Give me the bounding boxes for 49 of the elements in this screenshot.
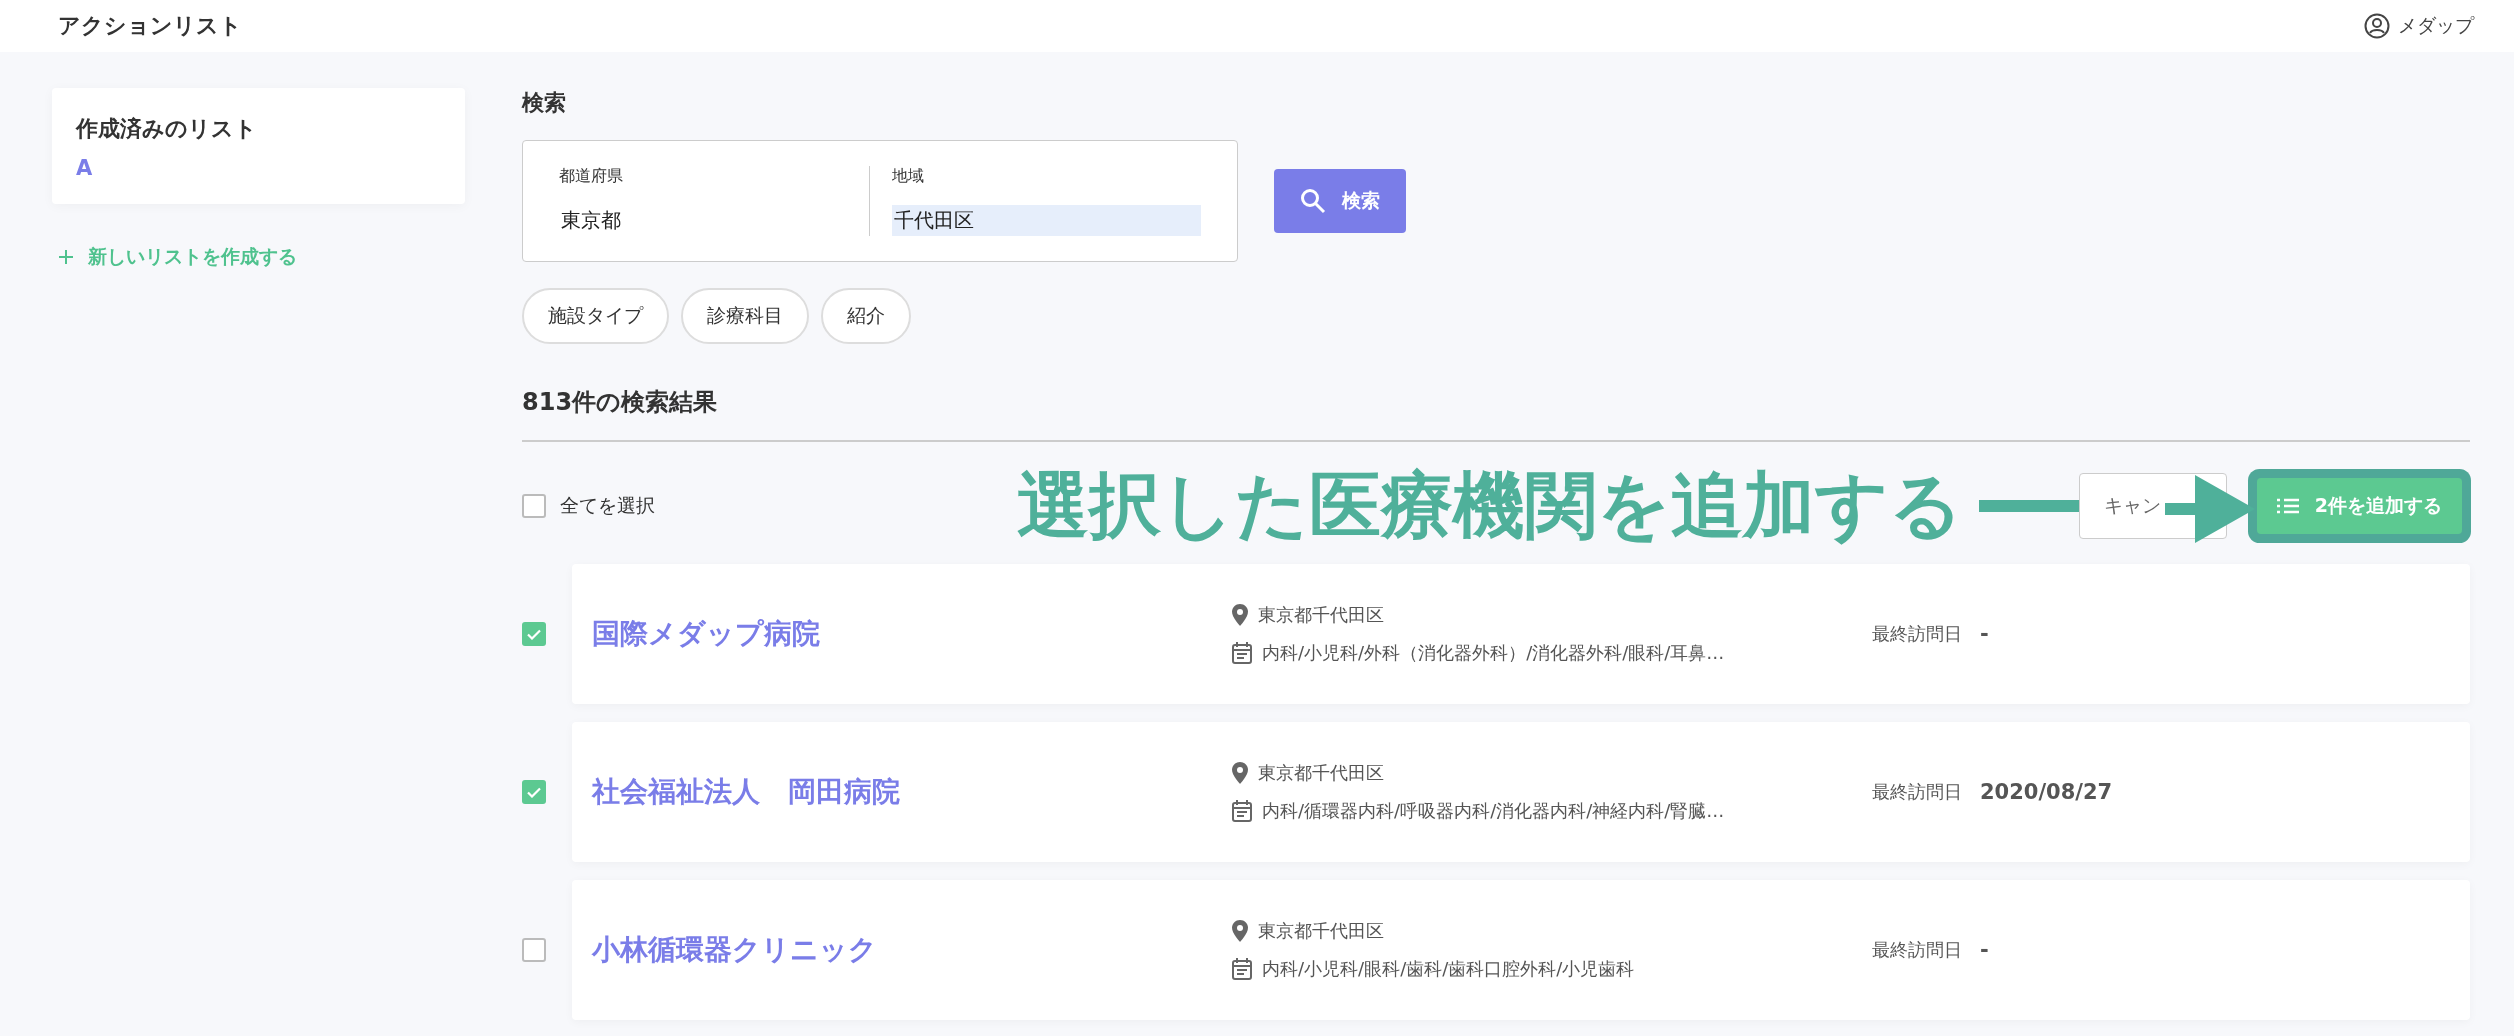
plus-icon bbox=[58, 249, 74, 265]
filter-chip[interactable]: 診療科目 bbox=[681, 288, 809, 344]
page-title: アクションリスト bbox=[58, 12, 242, 40]
select-all-checkbox[interactable] bbox=[522, 494, 546, 518]
visit-date: - bbox=[1980, 622, 1989, 646]
arrow-shaft-icon bbox=[1978, 500, 2079, 512]
annotation-text: 選択した医療機関を追加する bbox=[1016, 462, 1963, 549]
location-pin-icon bbox=[1232, 920, 1248, 942]
check-icon bbox=[527, 628, 541, 640]
departments-text: 内科/小児科/外科（消化器外科）/消化器外科/眼科/耳鼻… bbox=[1262, 641, 1725, 665]
filter-chip[interactable]: 施設タイプ bbox=[522, 288, 669, 344]
visit-date: - bbox=[1980, 938, 1989, 962]
list-heading: 作成済みのリスト bbox=[76, 115, 258, 143]
calendar-icon bbox=[1232, 642, 1252, 664]
row-checkbox[interactable] bbox=[522, 622, 546, 646]
arrow-icon bbox=[2164, 473, 2257, 545]
visit-label: 最終訪問日 bbox=[1872, 780, 1962, 804]
field-value[interactable]: 東京都 bbox=[559, 205, 869, 236]
list-icon bbox=[2276, 498, 2299, 514]
check-icon bbox=[527, 786, 541, 798]
facility-name[interactable]: 小林循環器クリニック bbox=[592, 931, 1232, 969]
result-count: 813件の検索結果 bbox=[522, 386, 2470, 442]
visit-label: 最終訪問日 bbox=[1872, 938, 1962, 962]
select-all-label: 全てを選択 bbox=[560, 493, 655, 518]
address-text: 東京都千代田区 bbox=[1258, 603, 1384, 627]
search-icon bbox=[1300, 188, 1326, 214]
row-checkbox[interactable] bbox=[522, 780, 546, 804]
row-checkbox[interactable] bbox=[522, 938, 546, 962]
visit-label: 最終訪問日 bbox=[1872, 622, 1962, 646]
departments-text: 内科/小児科/眼科/歯科/歯科口腔外科/小児歯科 bbox=[1262, 957, 1635, 981]
calendar-icon bbox=[1232, 800, 1252, 822]
address-text: 東京都千代田区 bbox=[1258, 919, 1384, 943]
user-icon[interactable] bbox=[2364, 13, 2390, 39]
location-pin-icon bbox=[1232, 762, 1248, 784]
field-label: 都道府県 bbox=[559, 166, 624, 187]
field-label: 地域 bbox=[891, 166, 925, 187]
search-button[interactable]: 検索 bbox=[1274, 169, 1406, 233]
user-name[interactable]: メダップ bbox=[2398, 13, 2474, 39]
location-pin-icon bbox=[1232, 604, 1248, 626]
address-text: 東京都千代田区 bbox=[1258, 761, 1384, 785]
calendar-icon bbox=[1232, 958, 1252, 980]
filter-chip[interactable]: 紹介 bbox=[821, 288, 911, 344]
departments-text: 内科/循環器内科/呼吸器内科/消化器内科/神経内科/腎臓… bbox=[1262, 799, 1725, 823]
visit-date: 2020/08/27 bbox=[1980, 780, 2113, 804]
facility-name[interactable]: 国際メダップ病院 bbox=[592, 615, 1232, 653]
field-value[interactable]: 千代田区 bbox=[891, 205, 1201, 236]
list-item[interactable]: A bbox=[76, 156, 441, 180]
facility-name[interactable]: 社会福祉法人 岡田病院 bbox=[592, 773, 1232, 811]
search-heading: 検索 bbox=[522, 89, 567, 117]
